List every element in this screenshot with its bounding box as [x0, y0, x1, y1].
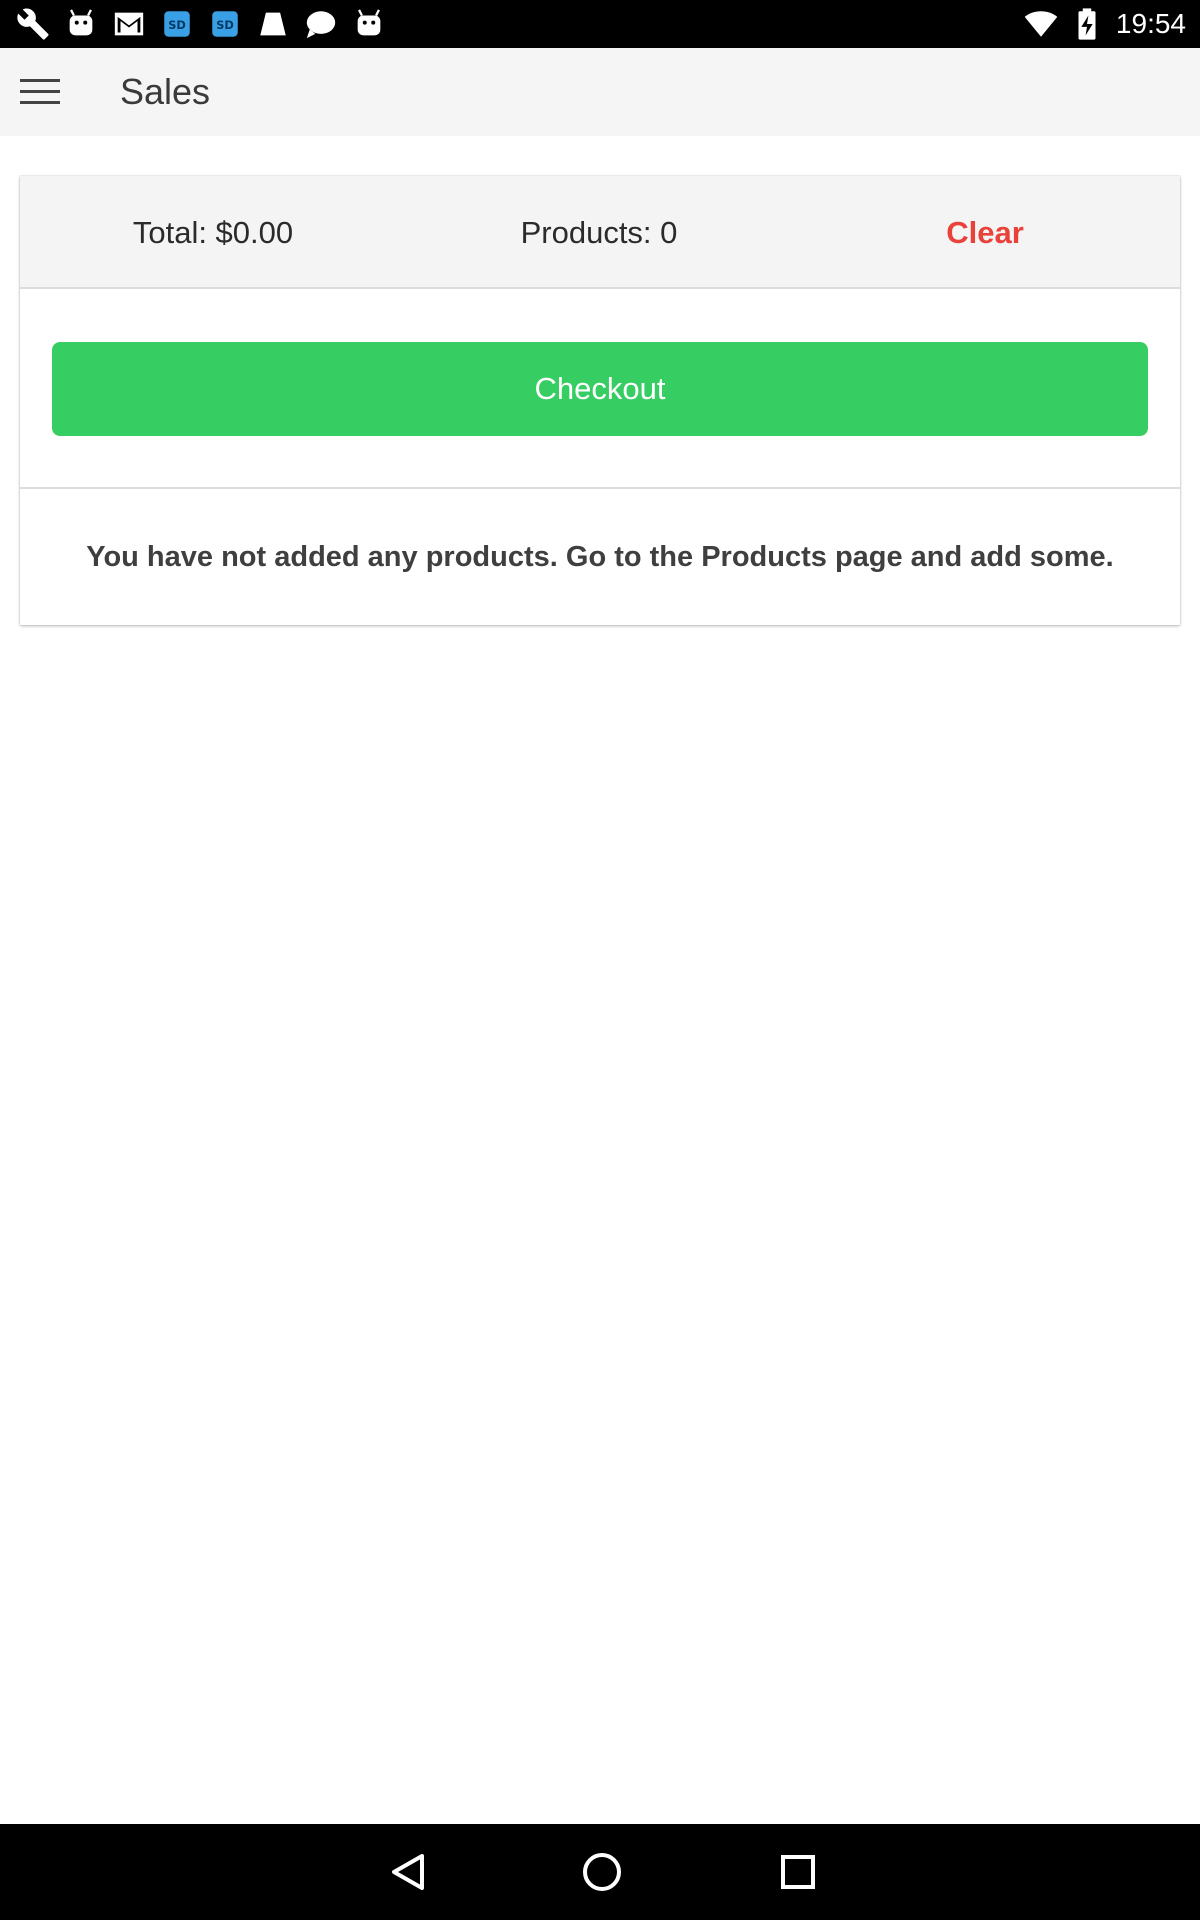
app-bar: Sales [0, 48, 1200, 136]
chat-bubble-icon [306, 11, 336, 39]
sd-card-icon: SD [212, 11, 238, 37]
navigation-bar [0, 1824, 1200, 1920]
home-button[interactable] [572, 1842, 632, 1902]
system-status: 19:54 [1024, 6, 1186, 42]
menu-button[interactable] [8, 60, 72, 124]
empty-state-message: You have not added any products. Go to t… [86, 540, 1114, 573]
android-icon [357, 9, 381, 36]
sd-card-icon: SD [164, 11, 190, 37]
back-button[interactable] [378, 1842, 438, 1902]
home-icon [583, 1853, 621, 1891]
notification-icons: SD SD [16, 6, 386, 42]
recent-apps-button[interactable] [768, 1842, 828, 1902]
products-count-label: Products: 0 [520, 214, 678, 250]
status-bar: SD SD 19:54 [0, 0, 1200, 48]
checkout-area: Checkout [20, 289, 1180, 489]
back-icon [392, 1854, 424, 1890]
checkout-button[interactable]: Checkout [52, 342, 1148, 436]
android-icon [69, 9, 93, 36]
recent-apps-icon [781, 1855, 815, 1889]
gmail-icon [114, 12, 144, 36]
hamburger-menu-icon [20, 79, 60, 104]
svg-text:SD: SD [216, 18, 234, 32]
clear-button[interactable]: Clear [792, 176, 1178, 289]
page-title: Sales [120, 71, 211, 112]
svg-text:SD: SD [168, 18, 186, 32]
wrench-icon [17, 8, 49, 40]
sales-card: Total: $0.00 Products: 0 Clear Checkout … [20, 176, 1180, 625]
status-time: 19:54 [1115, 8, 1186, 39]
summary-row: Total: $0.00 Products: 0 Clear [20, 176, 1180, 289]
total-label: Total: $0.00 [132, 214, 294, 250]
bucket-icon [260, 12, 286, 36]
battery-charging-icon [1078, 8, 1096, 40]
wifi-icon [1024, 11, 1058, 37]
